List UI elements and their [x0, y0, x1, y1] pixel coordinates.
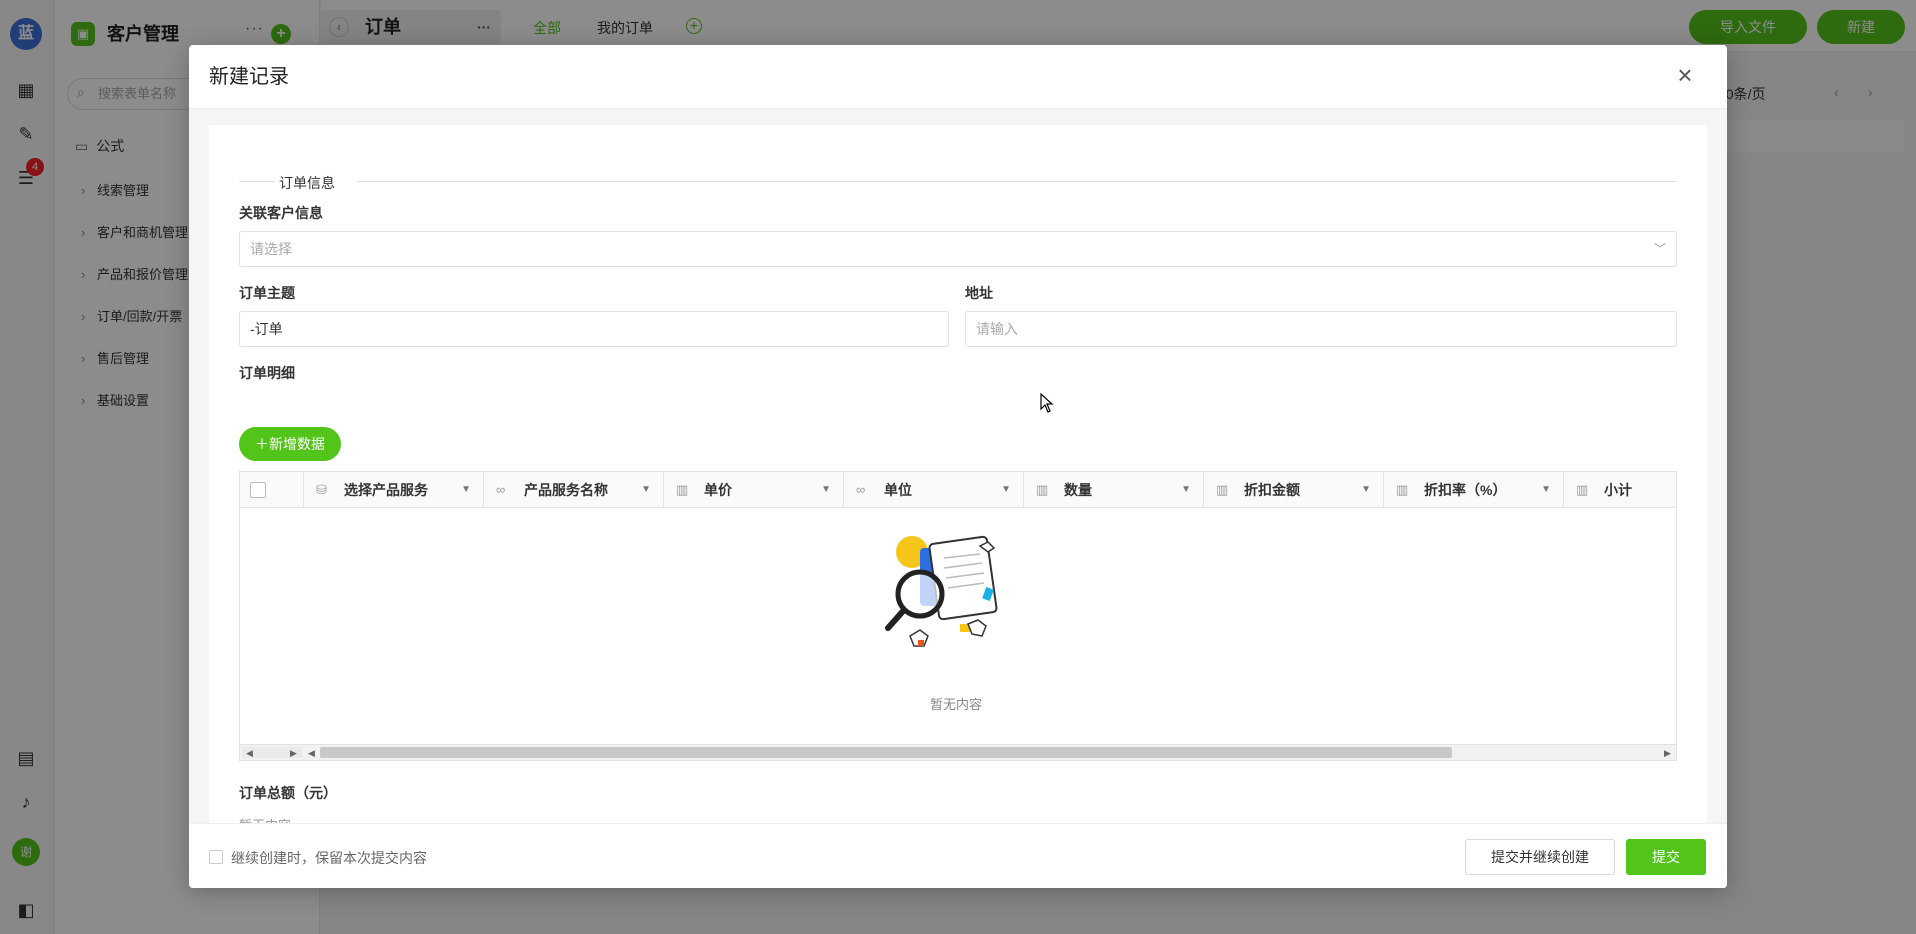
add-row-label: 新增数据 — [269, 436, 325, 452]
link-icon: ∞ — [496, 482, 506, 497]
details-table: ⛁ 选择产品服务 ▼ ∞ 产品服务名称 ▼ ▥ 单价 ▼ ∞ 单位 ▼ ▥ 数量 ▼ ▥ 折扣金额 ▼ … — [239, 471, 1677, 761]
address-input[interactable]: 请输入 — [965, 311, 1677, 347]
keep-content-checkbox[interactable] — [209, 850, 223, 864]
column-header[interactable]: ⛁ 选择产品服务 ▼ — [304, 472, 484, 508]
add-row-button[interactable]: ＋新增数据 — [239, 427, 341, 461]
horizontal-scrollbar[interactable]: ◀ ▶ ◀ ▶ — [240, 744, 1676, 760]
continue-label: 提交并继续创建 — [1491, 849, 1589, 865]
section-header: 订单信息 — [239, 171, 1677, 191]
caret-down-icon[interactable]: ▼ — [461, 472, 471, 508]
address-label: 地址 — [965, 285, 993, 301]
scrollbar-thumb[interactable] — [320, 747, 1452, 758]
column-header[interactable]: ▥ 折扣率（%） ▼ — [1384, 472, 1564, 508]
scroll-left-icon[interactable]: ◀ — [246, 745, 253, 760]
submit-and-continue-button[interactable]: 提交并继续创建 — [1465, 839, 1615, 875]
scroll-left-icon[interactable]: ◀ — [308, 745, 315, 760]
form-card: 订单信息 关联客户信息 请选择 ﹀ 订单主题 -订单 地址 请输入 订单明细 ＋… — [209, 125, 1707, 833]
column-label: 折扣率（%） — [1424, 482, 1507, 498]
caret-down-icon[interactable]: ▼ — [1361, 472, 1371, 508]
column-header[interactable]: ∞ 单位 ▼ — [844, 472, 1024, 508]
column-header[interactable]: ▥ 折扣金额 ▼ — [1204, 472, 1384, 508]
mouse-cursor-icon — [1040, 393, 1054, 413]
empty-state-text: 暂无内容 — [930, 697, 983, 712]
scroll-right-icon[interactable]: ▶ — [290, 745, 297, 760]
column-label: 数量 — [1064, 482, 1092, 498]
dialog-footer: 继续创建时，保留本次提交内容 提交并继续创建 提交 — [189, 823, 1727, 888]
subject-label: 订单主题 — [239, 285, 295, 301]
customer-select[interactable]: 请选择 ﹀ — [239, 231, 1677, 267]
column-label: 单价 — [704, 482, 732, 498]
column-header[interactable]: ▥ 小计 — [1564, 472, 1676, 508]
column-header[interactable]: ▥ 单价 ▼ — [664, 472, 844, 508]
number-icon: ▥ — [1036, 482, 1049, 497]
column-label: 单位 — [884, 482, 912, 498]
submit-label: 提交 — [1652, 849, 1680, 865]
subject-input[interactable]: -订单 — [239, 311, 949, 347]
dialog-title: 新建记录 — [209, 66, 289, 88]
dialog-header: 新建记录 × — [189, 45, 1727, 109]
customer-select-value: 请选择 — [250, 241, 292, 257]
plus-icon: ＋ — [255, 436, 269, 452]
link-icon: ∞ — [856, 482, 866, 497]
table-header: ⛁ 选择产品服务 ▼ ∞ 产品服务名称 ▼ ▥ 单价 ▼ ∞ 单位 ▼ ▥ 数量 ▼ ▥ 折扣金额 ▼ … — [240, 472, 1676, 508]
column-label: 产品服务名称 — [524, 482, 608, 498]
total-label: 订单总额（元） — [239, 785, 337, 801]
scroll-right-icon[interactable]: ▶ — [1664, 745, 1671, 760]
number-icon: ▥ — [1576, 482, 1589, 497]
divider — [357, 181, 1677, 182]
customer-label: 关联客户信息 — [239, 205, 323, 221]
keep-content-label[interactable]: 继续创建时，保留本次提交内容 — [231, 848, 427, 868]
number-icon: ▥ — [676, 482, 689, 497]
caret-down-icon[interactable]: ▼ — [1541, 472, 1551, 508]
dialog-body[interactable]: 订单信息 关联客户信息 请选择 ﹀ 订单主题 -订单 地址 请输入 订单明细 ＋… — [189, 109, 1727, 833]
column-label: 折扣金额 — [1244, 482, 1300, 498]
column-label: 选择产品服务 — [344, 482, 428, 498]
caret-down-icon[interactable]: ▼ — [1001, 472, 1011, 508]
caret-down-icon[interactable]: ▼ — [821, 472, 831, 508]
column-label: 小计 — [1604, 482, 1632, 498]
database-icon: ⛁ — [316, 482, 327, 497]
details-label: 订单明细 — [239, 365, 295, 381]
section-title: 订单信息 — [279, 175, 335, 191]
caret-down-icon[interactable]: ▼ — [641, 472, 651, 508]
number-icon: ▥ — [1216, 482, 1229, 497]
close-icon[interactable]: × — [1673, 62, 1697, 88]
select-all-cell — [240, 472, 304, 508]
divider — [239, 181, 275, 182]
empty-state-illustration — [885, 535, 998, 647]
column-header[interactable]: ∞ 产品服务名称 ▼ — [484, 472, 664, 508]
chevron-down-icon: ﹀ — [1653, 242, 1666, 256]
number-icon: ▥ — [1396, 482, 1409, 497]
new-record-dialog: 新建记录 × 订单信息 关联客户信息 请选择 ﹀ 订单主题 -订单 地址 请输入… — [189, 45, 1727, 888]
select-all-checkbox[interactable] — [250, 482, 266, 498]
caret-down-icon[interactable]: ▼ — [1181, 472, 1191, 508]
column-header[interactable]: ▥ 数量 ▼ — [1024, 472, 1204, 508]
submit-button[interactable]: 提交 — [1626, 839, 1706, 875]
